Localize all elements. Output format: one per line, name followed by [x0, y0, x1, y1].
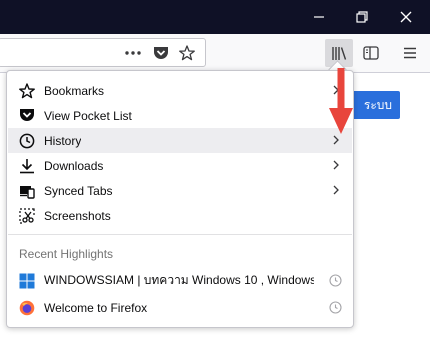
menu-icon[interactable] — [401, 44, 419, 62]
menu-item-label: Synced Tabs — [44, 183, 113, 198]
nav-toolbar — [0, 34, 430, 73]
windows-icon — [18, 272, 36, 290]
menu-item-label: History — [44, 133, 82, 148]
menu-item-screenshots[interactable]: Screenshots — [8, 203, 352, 228]
synced-tabs-icon — [18, 182, 36, 200]
sidebar-icon[interactable] — [362, 44, 380, 62]
star-icon — [18, 82, 36, 100]
star-icon[interactable] — [178, 44, 196, 62]
highlight-item-welcome-firefox[interactable]: Welcome to Firefox — [8, 295, 352, 320]
recent-highlights-heading: Recent Highlights — [19, 247, 114, 261]
title-bar — [0, 0, 430, 34]
chevron-right-icon — [333, 160, 339, 170]
menu-item-label: View Pocket List — [44, 108, 132, 123]
clock-icon — [329, 301, 342, 314]
menu-item-history[interactable]: History — [8, 128, 352, 153]
menu-item-label: Screenshots — [44, 208, 111, 223]
library-icon — [332, 46, 347, 60]
menu-item-label: Bookmarks — [44, 83, 105, 98]
library-panel: Bookmarks View Pocket List History Downl… — [6, 70, 354, 328]
menu-item-bookmarks[interactable]: Bookmarks — [8, 78, 352, 103]
highlight-label: Welcome to Firefox — [44, 300, 148, 315]
clock-icon — [329, 274, 342, 287]
highlight-label: WINDOWSSIAM | บทความ Windows 10 , Window… — [44, 273, 314, 287]
highlight-item-windowssiam[interactable]: WINDOWSSIAM | บทความ Windows 10 , Window… — [8, 268, 352, 293]
pocket-icon[interactable] — [152, 44, 170, 62]
more-icon[interactable] — [123, 45, 143, 61]
chevron-right-icon — [333, 185, 339, 195]
pocket-icon — [18, 107, 36, 125]
clock-icon — [18, 132, 36, 150]
screenshot-icon — [18, 207, 36, 225]
page-action-label: ระบบ — [363, 97, 392, 112]
menu-item-downloads[interactable]: Downloads — [8, 153, 352, 178]
close-icon[interactable] — [389, 0, 423, 34]
download-icon — [18, 157, 36, 175]
menu-item-pocket-list[interactable]: View Pocket List — [8, 103, 352, 128]
firefox-icon — [18, 299, 36, 317]
menu-item-synced-tabs[interactable]: Synced Tabs — [8, 178, 352, 203]
restore-icon[interactable] — [345, 0, 379, 34]
url-bar[interactable] — [0, 38, 206, 67]
minimize-icon[interactable] — [302, 0, 336, 34]
annotation-arrow-icon — [329, 68, 353, 134]
menu-item-label: Downloads — [44, 158, 104, 173]
separator — [8, 234, 352, 235]
